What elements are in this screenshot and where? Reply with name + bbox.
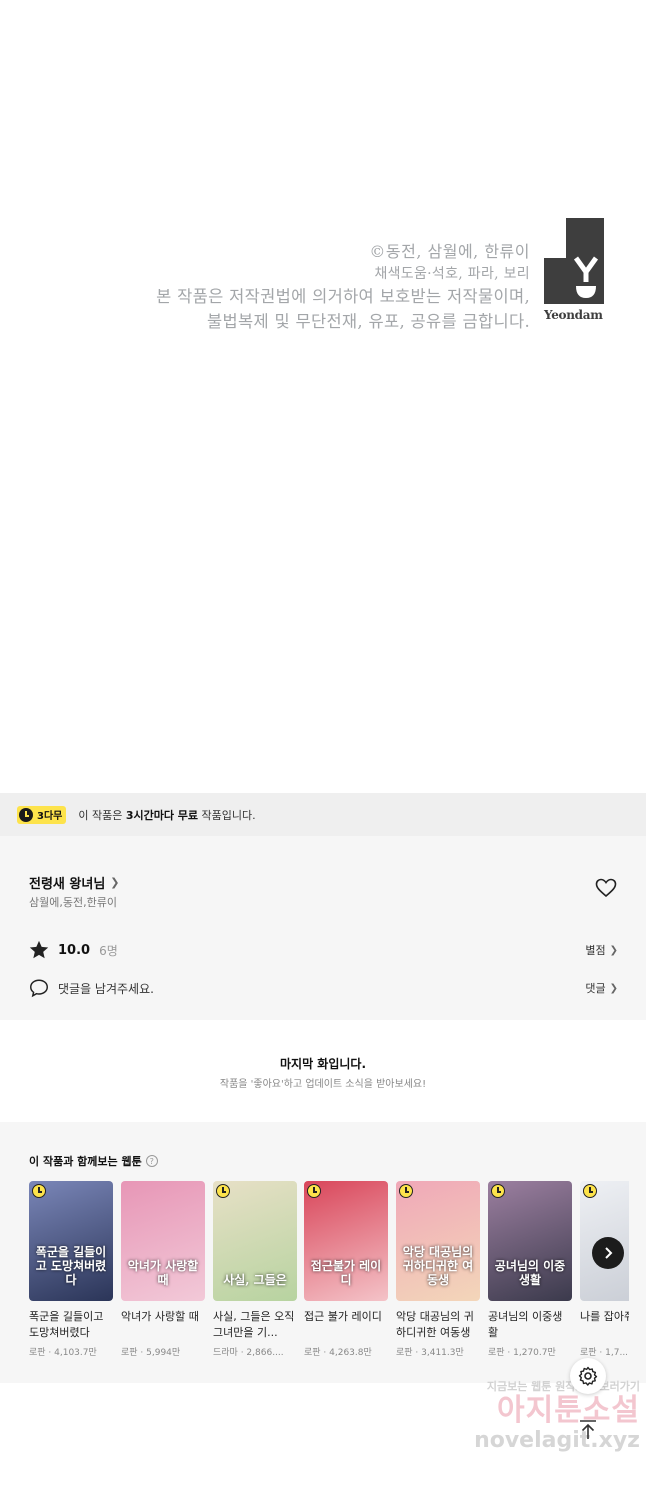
credits-line-3: 본 작품은 저작권법에 의거하여 보호받는 저작물이며, xyxy=(156,287,530,306)
cover-title: 공녀님의 이중생활 xyxy=(494,1259,566,1287)
comment-link[interactable]: 댓글 ❯ xyxy=(585,980,618,996)
rate-link-label: 별점 xyxy=(585,944,606,957)
logo-mark-icon xyxy=(544,218,604,304)
chevron-right-icon: ❯ xyxy=(609,944,618,956)
comment-row[interactable]: 댓글을 남겨주세요. 댓글 ❯ xyxy=(28,977,618,999)
settings-button[interactable] xyxy=(570,1358,606,1394)
last-episode-notice: 마지막 화입니다. 작품을 '좋아요'하고 업데이트 소식을 받아보세요! xyxy=(0,1020,646,1122)
recommendation-card[interactable]: 악녀가 사랑할 때 악녀가 사랑할 때 로판 · 5,994만 xyxy=(121,1181,205,1358)
wait-free-clock-icon xyxy=(32,1184,46,1198)
free-banner-text: 이 작품은 3시간마다 무료 작품입니다. xyxy=(78,807,255,823)
recommendation-title: 악당 대공님의 귀하디귀한 여동생 xyxy=(396,1310,474,1339)
scroll-top-button[interactable] xyxy=(570,1412,606,1448)
chevron-right-icon xyxy=(605,1247,613,1259)
recommendation-meta: 드라마 · 2,866.... xyxy=(213,1348,284,1358)
watermark-tagline: 지금보는 웹툰 원작소설 보러가기 xyxy=(486,1380,640,1393)
cover-image: 악당 대공님의 귀하디귀한 여동생 xyxy=(396,1181,480,1301)
wait-free-clock-icon xyxy=(491,1184,505,1198)
watermark: 지금보는 웹툰 원작소설 보러가기 아지툰소설 novelagit.xyz xyxy=(430,1378,640,1454)
recommendations-list: 폭군을 길들이고 도망쳐버렸다 폭군을 길들이고 도망쳐버렸다 로판 · 4,103… xyxy=(29,1181,629,1381)
cover-image: 폭군을 길들이고 도망쳐버렸다 xyxy=(29,1181,113,1301)
star-icon xyxy=(29,940,49,959)
recommendation-meta: 로판 · 3,411.3만 xyxy=(396,1348,464,1358)
recommendation-title: 공녀님의 이중생활 xyxy=(488,1310,563,1339)
series-title-link[interactable]: 전령새 왕녀님 ❯ xyxy=(29,873,120,892)
recommendation-meta: 로판 · 1,7... xyxy=(580,1348,629,1358)
watermark-brand: 아지툰소설 xyxy=(497,1393,640,1428)
like-button[interactable] xyxy=(595,878,617,898)
comment-prompt: 댓글을 남겨주세요. xyxy=(58,981,154,996)
recommendation-card[interactable]: 사실, 그들은사실, 그들은 오직 그녀만을 기... 드라마 · 2,866..… xyxy=(213,1181,297,1358)
arrow-up-icon xyxy=(580,1420,596,1439)
series-info-panel: 전령새 왕녀님 ❯ 삼월에,동전,한류이 10.0 6명 별점 ❯ 댓글을 남겨… xyxy=(0,836,646,1020)
cover-title: 사실, 그들은 xyxy=(223,1273,287,1287)
recommendation-meta: 로판 · 5,994만 xyxy=(121,1348,181,1358)
free-banner: 3다무 이 작품은 3시간마다 무료 작품입니다. xyxy=(0,793,646,836)
recommendation-title: 폭군을 길들이고 도망쳐버렸다 xyxy=(29,1310,104,1339)
wait-free-clock-icon xyxy=(583,1184,597,1198)
cover-title: 악녀가 사랑할 때 xyxy=(127,1259,199,1287)
cover-image: 악녀가 사랑할 때 xyxy=(121,1181,205,1301)
recommendation-meta: 로판 · 4,263.8만 xyxy=(304,1348,372,1358)
credits-line-4: 불법복제 및 무단전재, 유포, 공유를 금합니다. xyxy=(207,312,530,331)
recommendation-card[interactable]: 악당 대공님의 귀하디귀한 여동생 악당 대공님의 귀하디귀한 여동생 로판 · 3… xyxy=(396,1181,480,1358)
logo-text: Yeondam xyxy=(544,308,603,322)
credits-text: ©동전, 삼월에, 한류이 채색도움·석호, 파라, 보리 본 작품은 저작권법… xyxy=(156,240,530,334)
recommendations-section: 이 작품과 함께보는 웹툰 ? 폭군을 길들이고 도망쳐버렸다 폭군을 길들이고 … xyxy=(0,1122,646,1383)
recommendation-card[interactable]: 나를 잡아줘로판 · 1,7... xyxy=(580,1181,629,1358)
clock-icon xyxy=(19,807,33,822)
cover-image: 접근불가 레이디 xyxy=(304,1181,388,1301)
comment-link-label: 댓글 xyxy=(585,982,606,995)
rating-count: 6명 xyxy=(99,943,118,958)
carousel-next-button[interactable] xyxy=(592,1237,624,1269)
recommendation-meta: 로판 · 4,103.7만 xyxy=(29,1348,97,1358)
series-title: 전령새 왕녀님 xyxy=(29,877,106,892)
publisher-logo: Yeondam xyxy=(544,218,604,322)
recommendation-title: 접근 불가 레이디 xyxy=(304,1310,382,1323)
recommendations-heading: 이 작품과 함께보는 웹툰 ? xyxy=(29,1153,158,1169)
cover-image: 공녀님의 이중생활 xyxy=(488,1181,572,1301)
recommendation-title: 나를 잡아줘 xyxy=(580,1310,629,1323)
last-episode-title: 마지막 화입니다. xyxy=(279,1057,367,1071)
comment-icon xyxy=(30,979,48,998)
rating-score: 10.0 xyxy=(58,942,91,958)
last-episode-subtitle: 작품을 '좋아요'하고 업데이트 소식을 받아보세요! xyxy=(219,1079,427,1090)
cover-image: 사실, 그들은 xyxy=(213,1181,297,1301)
free-text-suffix: 작품입니다. xyxy=(198,808,256,822)
recommendation-title: 악녀가 사랑할 때 xyxy=(121,1310,199,1323)
free-text-prefix: 이 작품은 xyxy=(78,808,126,822)
heart-icon xyxy=(595,878,617,898)
cover-title: 악당 대공님의 귀하디귀한 여동생 xyxy=(402,1245,474,1287)
gear-icon xyxy=(578,1366,598,1386)
free-badge-label: 3다무 xyxy=(37,811,63,822)
recommendation-card[interactable]: 공녀님의 이중생활 공녀님의 이중생활 로판 · 1,270.7만 xyxy=(488,1181,572,1358)
recommendation-title: 사실, 그들은 오직 그녀만을 기... xyxy=(213,1310,295,1339)
cover-title: 접근불가 레이디 xyxy=(310,1259,382,1287)
cover-title: 폭군을 길들이고 도망쳐버렸다 xyxy=(35,1245,107,1287)
recommendation-meta: 로판 · 1,270.7만 xyxy=(488,1348,556,1358)
free-text-bold: 3시간마다 무료 xyxy=(125,808,199,822)
credits-line-2: 채색도움·석호, 파라, 보리 xyxy=(374,266,530,282)
recommendation-card[interactable]: 폭군을 길들이고 도망쳐버렸다 폭군을 길들이고 도망쳐버렸다 로판 · 4,103… xyxy=(29,1181,113,1358)
help-icon[interactable]: ? xyxy=(145,1155,158,1167)
wait-free-clock-icon xyxy=(216,1184,230,1198)
wait-free-clock-icon xyxy=(307,1184,321,1198)
free-badge: 3다무 xyxy=(17,805,67,824)
chevron-right-icon: ❯ xyxy=(609,982,618,994)
rate-link[interactable]: 별점 ❯ xyxy=(585,942,618,958)
watermark-domain: novelagit.xyz xyxy=(474,1428,640,1453)
recommendations-heading-text: 이 작품과 함께보는 웹툰 xyxy=(29,1155,142,1168)
rating-row: 10.0 6명 별점 ❯ xyxy=(28,939,618,961)
series-authors: 삼월에,동전,한류이 xyxy=(29,896,117,909)
credits-line-1: ©동전, 삼월에, 한류이 xyxy=(369,242,530,261)
wait-free-clock-icon xyxy=(399,1184,413,1198)
chevron-right-icon: ❯ xyxy=(110,876,120,889)
recommendation-card[interactable]: 접근불가 레이디접근 불가 레이디로판 · 4,263.8만 xyxy=(304,1181,388,1358)
credits-section: ©동전, 삼월에, 한류이 채색도움·석호, 파라, 보리 본 작품은 저작권법… xyxy=(0,210,646,340)
